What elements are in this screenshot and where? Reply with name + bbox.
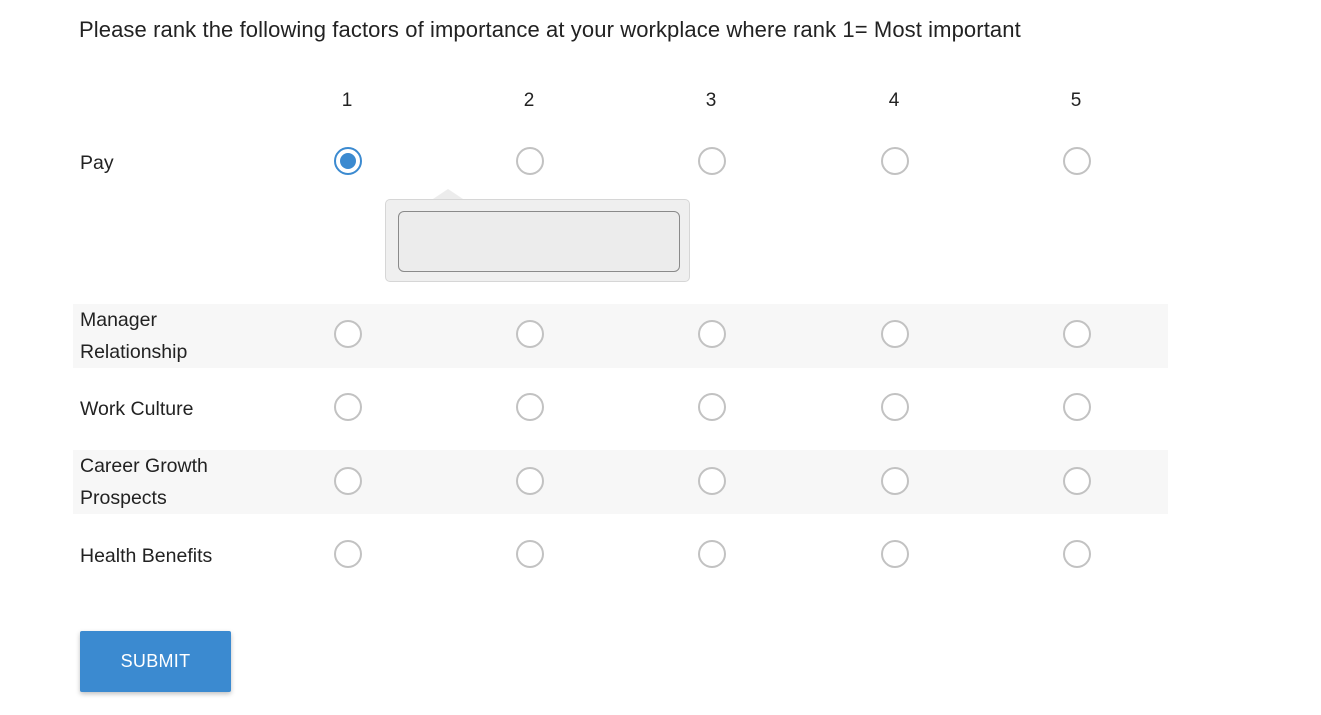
radio-career-growth-rank-3[interactable] xyxy=(698,467,726,495)
radio-health-benefits-rank-4[interactable] xyxy=(881,540,909,568)
row-label-work-culture: Work Culture xyxy=(80,393,193,425)
radio-manager-relationship-rank-2[interactable] xyxy=(516,320,544,348)
radio-health-benefits-rank-3[interactable] xyxy=(698,540,726,568)
row-label-manager-relationship: Manager Relationship xyxy=(80,304,187,368)
row-label-career-growth-prospects: Career Growth Prospects xyxy=(80,450,208,514)
radio-work-culture-rank-2[interactable] xyxy=(516,393,544,421)
row-label-health-benefits: Health Benefits xyxy=(80,540,212,572)
column-header-5: 5 xyxy=(1070,90,1082,111)
radio-manager-relationship-rank-1[interactable] xyxy=(334,320,362,348)
radio-manager-relationship-rank-4[interactable] xyxy=(881,320,909,348)
row-label-line: Career Growth xyxy=(80,455,208,477)
column-header-2: 2 xyxy=(523,90,535,111)
row-background-career-growth xyxy=(73,450,1168,514)
radio-work-culture-rank-1[interactable] xyxy=(334,393,362,421)
question-title: Please rank the following factors of imp… xyxy=(79,17,1021,42)
radio-career-growth-rank-5[interactable] xyxy=(1063,467,1091,495)
radio-work-culture-rank-3[interactable] xyxy=(698,393,726,421)
submit-button[interactable]: SUBMIT xyxy=(80,631,231,692)
radio-manager-relationship-rank-3[interactable] xyxy=(698,320,726,348)
radio-work-culture-rank-4[interactable] xyxy=(881,393,909,421)
popover-arrow xyxy=(433,189,463,199)
radio-career-growth-rank-1[interactable] xyxy=(334,467,362,495)
comment-popover xyxy=(385,199,690,282)
column-header-4: 4 xyxy=(888,90,900,111)
radio-pay-rank-3[interactable] xyxy=(698,147,726,175)
row-label-pay: Pay xyxy=(80,147,114,179)
radio-pay-rank-5[interactable] xyxy=(1063,147,1091,175)
radio-pay-rank-1[interactable] xyxy=(334,147,362,175)
row-background-manager-relationship xyxy=(73,304,1168,368)
radio-health-benefits-rank-2[interactable] xyxy=(516,540,544,568)
row-label-line: Relationship xyxy=(80,341,188,363)
row-label-line: Manager xyxy=(80,309,157,331)
radio-work-culture-rank-5[interactable] xyxy=(1063,393,1091,421)
radio-health-benefits-rank-1[interactable] xyxy=(334,540,362,568)
row-label-line: Health Benefits xyxy=(80,545,213,567)
row-label-line: Prospects xyxy=(80,487,167,509)
column-header-1: 1 xyxy=(341,90,353,111)
radio-manager-relationship-rank-5[interactable] xyxy=(1063,320,1091,348)
row-label-line: Work Culture xyxy=(80,398,194,420)
radio-pay-rank-2[interactable] xyxy=(516,147,544,175)
radio-career-growth-rank-4[interactable] xyxy=(881,467,909,495)
radio-health-benefits-rank-5[interactable] xyxy=(1063,540,1091,568)
comment-input[interactable] xyxy=(398,211,680,272)
row-label-line: Pay xyxy=(80,152,114,174)
column-header-3: 3 xyxy=(705,90,717,111)
radio-career-growth-rank-2[interactable] xyxy=(516,467,544,495)
radio-pay-rank-4[interactable] xyxy=(881,147,909,175)
